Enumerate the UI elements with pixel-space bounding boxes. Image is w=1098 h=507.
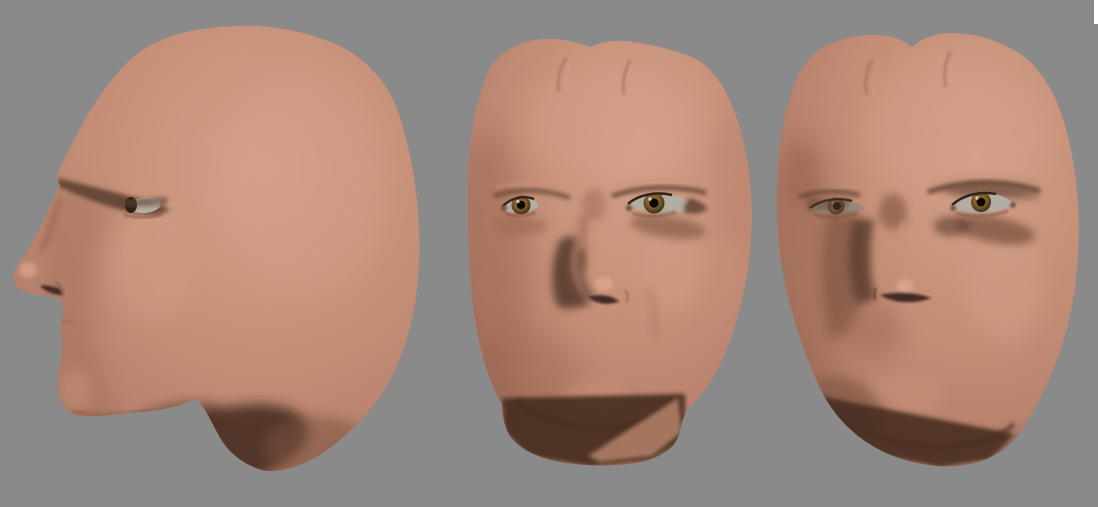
- head2-nostril-wing-light: [615, 292, 627, 301]
- head3-mouth-left-shade: [842, 304, 902, 356]
- head3-nostril-wing-light: [926, 288, 938, 297]
- white-edge-sliver: [1094, 0, 1098, 24]
- head3-right-eye-outer-shadow: [1010, 202, 1016, 208]
- head2-left-eye-inner-shadow: [501, 205, 507, 211]
- head2-right-eye-inner-shadow: [626, 205, 632, 211]
- head2-forehead-highlight: [525, 60, 705, 180]
- head2-right-eye-glint: [648, 197, 652, 201]
- render-viewport: [0, 0, 1098, 507]
- head2-left-eye-glint: [516, 200, 519, 203]
- head1-nose-tip-highlight: [19, 262, 37, 278]
- head3-right-eye-inner-shadow: [950, 205, 956, 211]
- head3-nose-tip-highlight: [897, 280, 914, 293]
- head2-philtrum-bump: [604, 309, 618, 320]
- head3-right-eye-glint: [975, 196, 978, 199]
- head1-cranium-highlight: [215, 70, 385, 290]
- head1-cheek-highlight: [108, 200, 192, 324]
- head2-nose-tip-highlight: [595, 277, 613, 291]
- head2-left-under-eye-shadow: [496, 217, 548, 235]
- head3-philtrum-bump: [901, 304, 915, 315]
- head3-inner-under-eye-shadow: [934, 216, 970, 236]
